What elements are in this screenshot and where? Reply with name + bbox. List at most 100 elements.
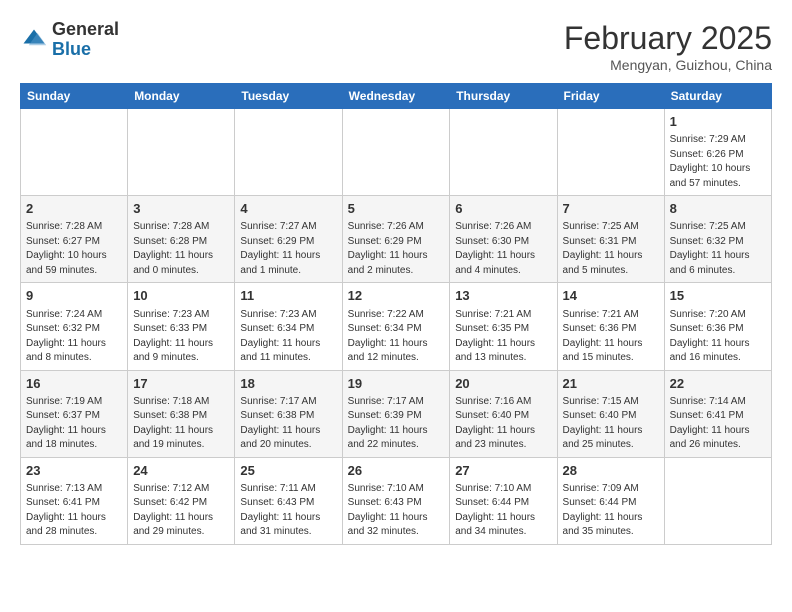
calendar-week-3: 9 Sunrise: 7:24 AM Sunset: 6:32 PM Daylig… xyxy=(21,283,772,370)
calendar-week-2: 2 Sunrise: 7:28 AM Sunset: 6:27 PM Daylig… xyxy=(21,196,772,283)
calendar-cell: 21Sunrise: 7:15 AM Sunset: 6:40 PM Dayli… xyxy=(557,370,664,457)
calendar-cell: 23 Sunrise: 7:13 AM Sunset: 6:41 PM Dayli… xyxy=(21,457,128,544)
weekday-header-friday: Friday xyxy=(557,84,664,109)
day-info: Sunrise: 7:17 AM Sunset: 6:39 PM Dayligh… xyxy=(348,395,445,453)
day-info: Sunrise: 7:21 AM Sunset: 6:35 PM Dayligh… xyxy=(455,308,551,366)
calendar-cell: 2 Sunrise: 7:28 AM Sunset: 6:27 PM Daylig… xyxy=(21,196,128,283)
calendar-body: 1 Sunrise: 7:29 AM Sunset: 6:26 PM Daylig… xyxy=(21,109,772,545)
logo: General Blue xyxy=(20,20,119,60)
day-number: 15 xyxy=(670,287,766,305)
day-info: Sunrise: 7:15 AM Sunset: 6:40 PM Dayligh… xyxy=(563,395,659,453)
day-number: 10 xyxy=(133,287,229,305)
calendar-cell: 16Sunrise: 7:19 AM Sunset: 6:37 PM Dayli… xyxy=(21,370,128,457)
day-info: Sunrise: 7:25 AM Sunset: 6:31 PM Dayligh… xyxy=(563,220,659,278)
day-number: 28 xyxy=(563,462,659,480)
calendar-cell: 24 Sunrise: 7:12 AM Sunset: 6:42 PM Dayli… xyxy=(128,457,235,544)
calendar-cell: 12 Sunrise: 7:22 AM Sunset: 6:34 PM Dayli… xyxy=(342,283,450,370)
calendar-cell: 20 Sunrise: 7:16 AM Sunset: 6:40 PM Dayli… xyxy=(450,370,557,457)
day-info: Sunrise: 7:10 AM Sunset: 6:44 PM Dayligh… xyxy=(455,482,551,540)
day-number: 6 xyxy=(455,200,551,218)
day-number: 23 xyxy=(26,462,122,480)
day-info: Sunrise: 7:20 AM Sunset: 6:36 PM Dayligh… xyxy=(670,308,766,366)
calendar-cell: 28 Sunrise: 7:09 AM Sunset: 6:44 PM Dayli… xyxy=(557,457,664,544)
weekday-header-saturday: Saturday xyxy=(664,84,771,109)
calendar-cell: 18 Sunrise: 7:17 AM Sunset: 6:38 PM Dayli… xyxy=(235,370,342,457)
day-number: 25 xyxy=(240,462,336,480)
day-info: Sunrise: 7:23 AM Sunset: 6:34 PM Dayligh… xyxy=(240,308,336,366)
calendar-cell: 8Sunrise: 7:25 AM Sunset: 6:32 PM Daylig… xyxy=(664,196,771,283)
day-info: Sunrise: 7:29 AM Sunset: 6:26 PM Dayligh… xyxy=(670,133,766,191)
calendar-table: SundayMondayTuesdayWednesdayThursdayFrid… xyxy=(20,83,772,545)
day-number: 26 xyxy=(348,462,445,480)
weekday-header-row: SundayMondayTuesdayWednesdayThursdayFrid… xyxy=(21,84,772,109)
calendar-cell: 11 Sunrise: 7:23 AM Sunset: 6:34 PM Dayli… xyxy=(235,283,342,370)
calendar-title: February 2025 xyxy=(564,20,772,57)
calendar-week-1: 1 Sunrise: 7:29 AM Sunset: 6:26 PM Daylig… xyxy=(21,109,772,196)
day-info: Sunrise: 7:17 AM Sunset: 6:38 PM Dayligh… xyxy=(240,395,336,453)
calendar-cell: 17Sunrise: 7:18 AM Sunset: 6:38 PM Dayli… xyxy=(128,370,235,457)
calendar-cell xyxy=(664,457,771,544)
calendar-cell: 6Sunrise: 7:26 AM Sunset: 6:30 PM Daylig… xyxy=(450,196,557,283)
calendar-cell: 4 Sunrise: 7:27 AM Sunset: 6:29 PM Daylig… xyxy=(235,196,342,283)
calendar-cell: 25 Sunrise: 7:11 AM Sunset: 6:43 PM Dayli… xyxy=(235,457,342,544)
day-number: 20 xyxy=(455,375,551,393)
day-number: 19 xyxy=(348,375,445,393)
calendar-header: SundayMondayTuesdayWednesdayThursdayFrid… xyxy=(21,84,772,109)
day-info: Sunrise: 7:28 AM Sunset: 6:27 PM Dayligh… xyxy=(26,220,122,278)
day-number: 12 xyxy=(348,287,445,305)
day-info: Sunrise: 7:21 AM Sunset: 6:36 PM Dayligh… xyxy=(563,308,659,366)
day-number: 27 xyxy=(455,462,551,480)
calendar-cell: 7Sunrise: 7:25 AM Sunset: 6:31 PM Daylig… xyxy=(557,196,664,283)
calendar-cell xyxy=(21,109,128,196)
day-info: Sunrise: 7:12 AM Sunset: 6:42 PM Dayligh… xyxy=(133,482,229,540)
calendar-cell: 9 Sunrise: 7:24 AM Sunset: 6:32 PM Daylig… xyxy=(21,283,128,370)
day-info: Sunrise: 7:19 AM Sunset: 6:37 PM Dayligh… xyxy=(26,395,122,453)
day-info: Sunrise: 7:27 AM Sunset: 6:29 PM Dayligh… xyxy=(240,220,336,278)
title-block: February 2025 Mengyan, Guizhou, China xyxy=(564,20,772,73)
calendar-cell: 3 Sunrise: 7:28 AM Sunset: 6:28 PM Daylig… xyxy=(128,196,235,283)
calendar-cell: 27 Sunrise: 7:10 AM Sunset: 6:44 PM Dayli… xyxy=(450,457,557,544)
weekday-header-monday: Monday xyxy=(128,84,235,109)
day-info: Sunrise: 7:13 AM Sunset: 6:41 PM Dayligh… xyxy=(26,482,122,540)
day-number: 22 xyxy=(670,375,766,393)
calendar-cell xyxy=(557,109,664,196)
day-number: 18 xyxy=(240,375,336,393)
day-number: 17 xyxy=(133,375,229,393)
day-info: Sunrise: 7:26 AM Sunset: 6:29 PM Dayligh… xyxy=(348,220,445,278)
day-number: 9 xyxy=(26,287,122,305)
day-number: 3 xyxy=(133,200,229,218)
calendar-cell: 14Sunrise: 7:21 AM Sunset: 6:36 PM Dayli… xyxy=(557,283,664,370)
day-number: 11 xyxy=(240,287,336,305)
calendar-week-5: 23 Sunrise: 7:13 AM Sunset: 6:41 PM Dayli… xyxy=(21,457,772,544)
day-info: Sunrise: 7:10 AM Sunset: 6:43 PM Dayligh… xyxy=(348,482,445,540)
day-number: 4 xyxy=(240,200,336,218)
calendar-cell: 22 Sunrise: 7:14 AM Sunset: 6:41 PM Dayli… xyxy=(664,370,771,457)
page-header: General Blue February 2025 Mengyan, Guiz… xyxy=(20,20,772,73)
day-info: Sunrise: 7:14 AM Sunset: 6:41 PM Dayligh… xyxy=(670,395,766,453)
day-number: 8 xyxy=(670,200,766,218)
day-info: Sunrise: 7:16 AM Sunset: 6:40 PM Dayligh… xyxy=(455,395,551,453)
calendar-cell: 19 Sunrise: 7:17 AM Sunset: 6:39 PM Dayli… xyxy=(342,370,450,457)
weekday-header-thursday: Thursday xyxy=(450,84,557,109)
logo-text: General Blue xyxy=(52,20,119,60)
calendar-cell: 1 Sunrise: 7:29 AM Sunset: 6:26 PM Daylig… xyxy=(664,109,771,196)
calendar-cell: 13Sunrise: 7:21 AM Sunset: 6:35 PM Dayli… xyxy=(450,283,557,370)
day-number: 24 xyxy=(133,462,229,480)
day-info: Sunrise: 7:24 AM Sunset: 6:32 PM Dayligh… xyxy=(26,308,122,366)
calendar-cell xyxy=(342,109,450,196)
day-number: 2 xyxy=(26,200,122,218)
calendar-cell xyxy=(450,109,557,196)
day-info: Sunrise: 7:28 AM Sunset: 6:28 PM Dayligh… xyxy=(133,220,229,278)
day-number: 5 xyxy=(348,200,445,218)
day-number: 1 xyxy=(670,113,766,131)
day-info: Sunrise: 7:22 AM Sunset: 6:34 PM Dayligh… xyxy=(348,308,445,366)
calendar-cell: 15 Sunrise: 7:20 AM Sunset: 6:36 PM Dayli… xyxy=(664,283,771,370)
calendar-week-4: 16Sunrise: 7:19 AM Sunset: 6:37 PM Dayli… xyxy=(21,370,772,457)
logo-general: General xyxy=(52,19,119,39)
weekday-header-wednesday: Wednesday xyxy=(342,84,450,109)
day-info: Sunrise: 7:09 AM Sunset: 6:44 PM Dayligh… xyxy=(563,482,659,540)
day-info: Sunrise: 7:11 AM Sunset: 6:43 PM Dayligh… xyxy=(240,482,336,540)
weekday-header-tuesday: Tuesday xyxy=(235,84,342,109)
calendar-cell: 10Sunrise: 7:23 AM Sunset: 6:33 PM Dayli… xyxy=(128,283,235,370)
calendar-cell: 26 Sunrise: 7:10 AM Sunset: 6:43 PM Dayli… xyxy=(342,457,450,544)
